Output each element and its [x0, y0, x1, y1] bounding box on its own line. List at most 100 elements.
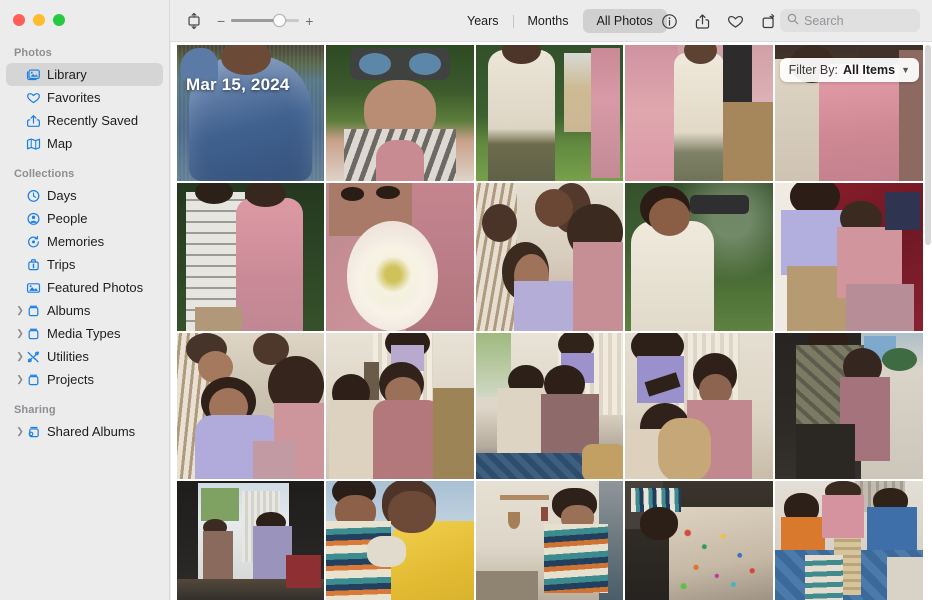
sidebar-group-collections: Collections Days People Memories Trips F… [0, 168, 169, 391]
sidebar-item-label: Projects [47, 372, 94, 387]
sidebar-item-days[interactable]: Days [6, 184, 163, 207]
search-field[interactable] [780, 9, 920, 32]
photo-row [177, 481, 925, 600]
close-button[interactable] [13, 14, 25, 26]
suitcase-icon [26, 258, 47, 272]
photo-row [177, 333, 925, 479]
photo-thumbnail[interactable] [476, 481, 623, 600]
sidebar-item-favorites[interactable]: Favorites [6, 86, 163, 109]
share-icon[interactable] [690, 9, 714, 33]
photo-thumbnail[interactable] [177, 333, 324, 479]
segmented-group: Years Months All Photos [453, 9, 667, 33]
slider-track[interactable] [231, 14, 300, 27]
photo-thumbnail[interactable] [476, 45, 623, 181]
filter-by-dropdown[interactable]: Filter By: All Items ▼ [779, 58, 919, 82]
sidebar-list: Photos Library Favorites Recently Saved … [0, 32, 169, 443]
chevron-right-icon[interactable]: ❯ [14, 427, 26, 436]
sidebar-item-utilities[interactable]: ❯ Utilities [6, 345, 163, 368]
chevron-down-icon: ▼ [901, 65, 910, 75]
photo-thumbnail[interactable] [326, 45, 474, 181]
photos-window: Photos Library Favorites Recently Saved … [0, 0, 932, 600]
photo-thumbnail[interactable] [775, 481, 923, 600]
person-icon [26, 212, 47, 226]
sidebar-item-people[interactable]: People [6, 207, 163, 230]
photo-thumbnail[interactable] [625, 45, 773, 181]
sidebar-item-label: Recently Saved [47, 113, 139, 128]
date-label: Mar 15, 2024 [186, 75, 290, 94]
photo-thumbnail[interactable] [625, 481, 773, 600]
sidebar-item-label: Utilities [47, 349, 89, 364]
search-icon [787, 12, 799, 30]
info-icon[interactable] [657, 9, 681, 33]
view-mode-segmented-control: Years Months All Photos [453, 9, 667, 33]
photo-grid-area[interactable]: Filter By: All Items ▼ Mar 15, 2024 [171, 42, 932, 600]
shared-album-icon [26, 425, 47, 439]
photo-thumbnail[interactable] [476, 183, 623, 331]
sidebar-group-header: Sharing [14, 404, 56, 416]
thumbnail-zoom-slider[interactable]: − + [217, 14, 313, 28]
filter-by-label: Filter By: [788, 63, 838, 77]
sidebar-item-label: Library [47, 67, 87, 82]
zoom-button[interactable] [53, 14, 65, 26]
photo-grid: Mar 15, 2024 [177, 45, 925, 600]
sidebar-group-header: Photos [14, 47, 52, 59]
tab-years[interactable]: Years [453, 9, 513, 33]
album-icon [26, 327, 47, 341]
album-icon [26, 304, 47, 318]
chevron-right-icon[interactable]: ❯ [14, 352, 26, 361]
sidebar-item-label: Days [47, 188, 77, 203]
zoom-in-label[interactable]: + [305, 14, 313, 28]
chevron-right-icon[interactable]: ❯ [14, 329, 26, 338]
chevron-right-icon[interactable]: ❯ [14, 306, 26, 315]
sidebar-item-label: Trips [47, 257, 76, 272]
sidebar-item-library[interactable]: Library [6, 63, 163, 86]
favorite-heart-icon[interactable] [723, 9, 747, 33]
sidebar-group-photos: Photos Library Favorites Recently Saved … [0, 47, 169, 155]
photo-thumbnail[interactable] [326, 481, 474, 600]
sidebar-item-trips[interactable]: Trips [6, 253, 163, 276]
sidebar-item-label: Albums [47, 303, 91, 318]
toolbar-actions [657, 9, 780, 33]
sidebar-item-label: Media Types [47, 326, 121, 341]
sidebar-item-projects[interactable]: ❯ Projects [6, 368, 163, 391]
tab-all-photos[interactable]: All Photos [582, 9, 667, 33]
chevron-right-icon[interactable]: ❯ [14, 375, 26, 384]
sidebar-item-memories[interactable]: Memories [6, 230, 163, 253]
photo-thumbnail[interactable] [775, 183, 923, 331]
photo-thumbnail[interactable] [177, 481, 324, 600]
sidebar-item-label: Favorites [47, 90, 101, 105]
clock-icon [26, 189, 47, 203]
photo-thumbnail[interactable]: Mar 15, 2024 [177, 45, 324, 181]
photo-thumbnail[interactable] [177, 183, 324, 331]
slider-knob[interactable] [273, 14, 287, 27]
search-input[interactable] [804, 13, 914, 28]
photo-thumbnail[interactable] [476, 333, 623, 479]
sidebar-item-shared-albums[interactable]: ❯ Shared Albums [6, 420, 163, 443]
sidebar-item-map[interactable]: Map [6, 132, 163, 155]
library-icon [26, 68, 47, 82]
aspect-ratio-icon[interactable] [181, 10, 207, 32]
sidebar-group-sharing: Sharing ❯ Shared Albums [0, 404, 169, 443]
sidebar-item-recently-saved[interactable]: Recently Saved [6, 109, 163, 132]
sidebar-item-label: Memories [47, 234, 105, 249]
photo-thumbnail[interactable] [775, 333, 923, 479]
sidebar: Photos Library Favorites Recently Saved … [0, 0, 170, 600]
minimize-button[interactable] [33, 14, 45, 26]
sidebar-item-albums[interactable]: ❯ Albums [6, 299, 163, 322]
map-icon [26, 137, 47, 151]
photo-thumbnail[interactable] [625, 333, 773, 479]
sidebar-item-label: Map [47, 136, 73, 151]
rotate-icon[interactable] [756, 9, 780, 33]
photo-thumbnail[interactable] [326, 333, 474, 479]
sidebar-item-featured-photos[interactable]: Featured Photos [6, 276, 163, 299]
vertical-scrollbar[interactable] [925, 45, 931, 245]
sidebar-item-media-types[interactable]: ❯ Media Types [6, 322, 163, 345]
tools-icon [26, 350, 47, 364]
sidebar-item-label: People [47, 211, 88, 226]
photo-thumbnail[interactable] [625, 183, 773, 331]
sidebar-item-label: Featured Photos [47, 280, 144, 295]
tab-months[interactable]: Months [514, 9, 583, 33]
toolbar: − + Years Months All Photos [170, 0, 932, 42]
photo-thumbnail[interactable] [326, 183, 474, 331]
zoom-out-label[interactable]: − [217, 14, 225, 28]
